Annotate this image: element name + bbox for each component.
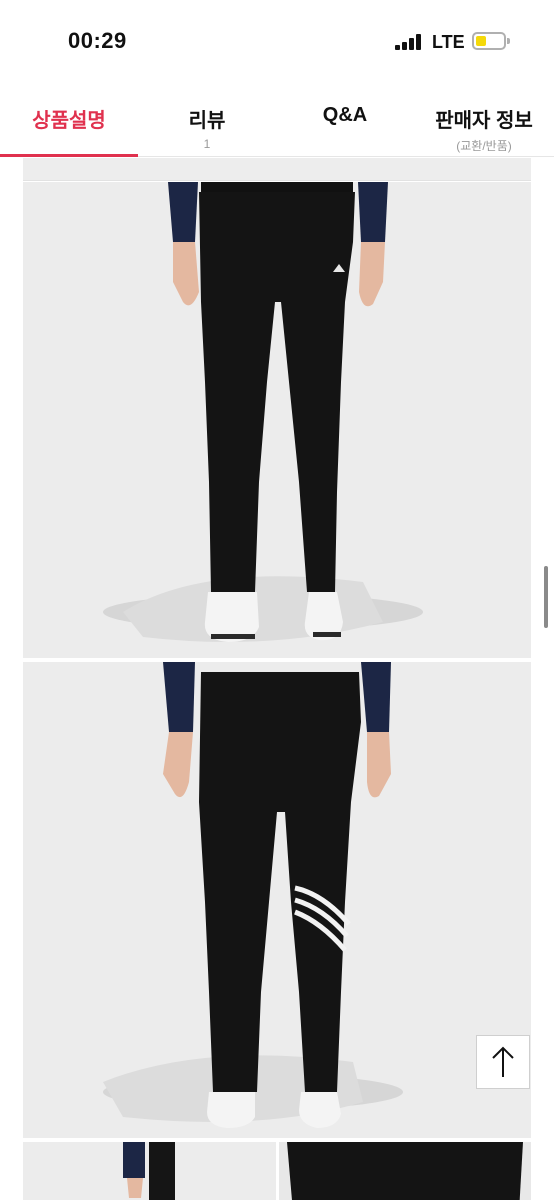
- product-photo-front: [23, 182, 531, 658]
- tab-label: Q&A: [322, 104, 368, 126]
- review-count: 1: [203, 137, 211, 151]
- active-tab-indicator: [0, 154, 138, 157]
- battery-icon: [472, 32, 510, 50]
- signal-icon: [395, 34, 423, 50]
- tab-reviews[interactable]: 리뷰 1: [138, 84, 276, 157]
- scrollbar[interactable]: [544, 566, 548, 628]
- product-description-content: [0, 158, 554, 1200]
- product-photo-thumbnail-1: [23, 1142, 276, 1200]
- status-bar: 00:29 LTE: [0, 0, 554, 84]
- tab-label: 상품설명: [32, 110, 106, 132]
- tab-product-description[interactable]: 상품설명: [0, 84, 138, 157]
- scroll-to-top-button[interactable]: [476, 1035, 530, 1089]
- tab-sublabel: (교환/반품): [456, 139, 512, 153]
- product-photo-back: [23, 662, 531, 1138]
- image-divider: [23, 158, 531, 181]
- tab-bar: 상품설명 리뷰 1 Q&A 판매자 정보 (교환/반품): [0, 84, 554, 157]
- battery-level: [476, 36, 486, 46]
- arrow-up-icon: [492, 1046, 514, 1077]
- tab-seller-info[interactable]: 판매자 정보 (교환/반품): [414, 84, 554, 157]
- tab-label: 리뷰: [188, 110, 226, 132]
- product-photo-thumbnail-2: [279, 1142, 531, 1200]
- status-time: 00:29: [68, 28, 127, 53]
- tab-qna[interactable]: Q&A: [276, 84, 414, 157]
- network-label: LTE: [432, 32, 465, 52]
- tab-label: 판매자 정보: [435, 110, 533, 132]
